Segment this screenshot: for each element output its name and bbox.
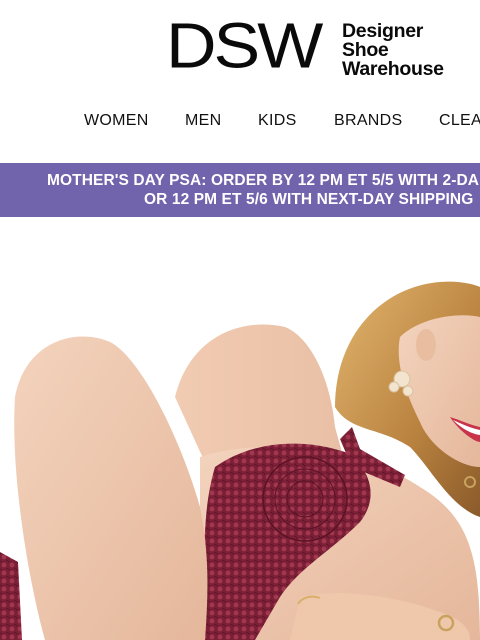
nav-item-clearance[interactable]: CLEA xyxy=(439,112,480,130)
banner-line-2: OR 12 PM ET 5/6 WITH NEXT-DAY SHIPPING xyxy=(144,191,474,208)
hero-image[interactable] xyxy=(0,217,480,640)
nav-item-brands[interactable]: BRANDS xyxy=(334,112,402,130)
hero-photo xyxy=(0,281,480,640)
nav-item-women[interactable]: WOMEN xyxy=(84,112,149,130)
promo-banner[interactable]: MOTHER'S DAY PSA: ORDER BY 12 PM ET 5/5 … xyxy=(0,163,480,217)
logo-tagline: Designer Shoe Warehouse xyxy=(342,21,444,80)
logo-mark: DSW xyxy=(166,9,323,82)
banner-line-1: MOTHER'S DAY PSA: ORDER BY 12 PM ET 5/5 … xyxy=(47,172,480,189)
logo-tagline-line: Warehouse xyxy=(342,58,444,80)
main-nav: WOMEN MEN KIDS BRANDS CLEA xyxy=(0,112,480,134)
nav-item-men[interactable]: MEN xyxy=(185,112,221,130)
nav-item-kids[interactable]: KIDS xyxy=(258,112,297,130)
